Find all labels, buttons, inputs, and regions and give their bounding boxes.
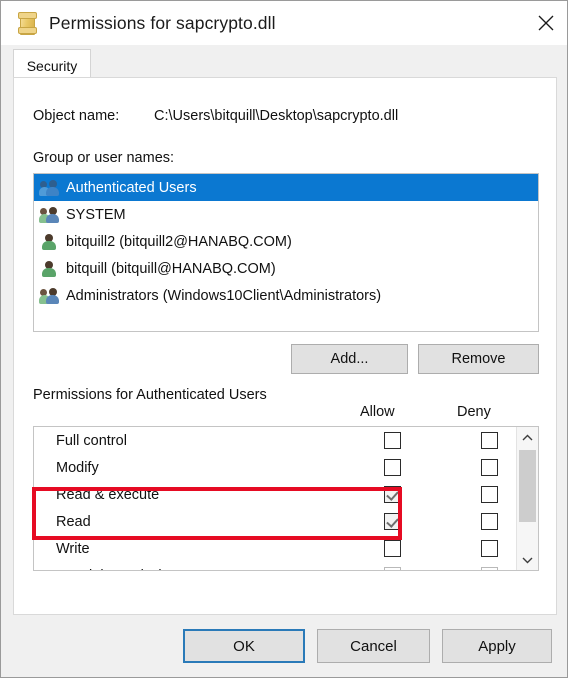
list-item-label: bitquill (bitquill@HANABQ.COM) <box>66 260 276 277</box>
title-bar: Permissions for sapcrypto.dll <box>1 1 567 45</box>
user-icon <box>39 232 59 251</box>
cancel-button[interactable]: Cancel <box>317 629 430 663</box>
deny-column-header: Deny <box>457 404 491 420</box>
permission-row[interactable]: Special permissions <box>34 562 538 571</box>
security-tab-panel: Object name: C:\Users\bitquill\Desktop\s… <box>13 77 557 615</box>
remove-button-label: Remove <box>451 351 506 367</box>
list-item[interactable]: Authenticated Users <box>34 174 538 201</box>
chevron-down-icon[interactable] <box>517 549 538 570</box>
list-item[interactable]: Administrators (Windows10Client\Administ… <box>34 282 538 309</box>
list-item-label: bitquill2 (bitquill2@HANABQ.COM) <box>66 233 292 250</box>
group-or-user-names-label: Group or user names: <box>33 150 175 166</box>
allow-checkbox[interactable] <box>384 486 401 503</box>
permission-row[interactable]: Read & execute <box>34 481 538 508</box>
permissions-list[interactable]: Full control Modify Read & execute Read <box>33 426 539 571</box>
chevron-up-icon[interactable] <box>517 427 538 448</box>
scrollbar-thumb[interactable] <box>519 450 536 522</box>
list-item-label: Authenticated Users <box>66 179 197 196</box>
ok-button-label: OK <box>233 637 255 655</box>
cancel-button-label: Cancel <box>350 637 397 655</box>
remove-button[interactable]: Remove <box>418 344 539 374</box>
permission-row[interactable]: Modify <box>34 454 538 481</box>
tab-strip: Security <box>1 45 567 81</box>
close-icon[interactable] <box>523 1 567 45</box>
add-button[interactable]: Add... <box>291 344 408 374</box>
deny-checkbox[interactable] <box>481 459 498 476</box>
permissions-for-label: Permissions for Authenticated Users <box>33 387 267 403</box>
window-title: Permissions for sapcrypto.dll <box>49 12 276 33</box>
permission-label: Modify <box>56 459 99 476</box>
list-item[interactable]: SYSTEM <box>34 201 538 228</box>
permission-row[interactable]: Read <box>34 508 538 535</box>
permissions-dialog: Permissions for sapcrypto.dll Security O… <box>0 0 568 678</box>
allow-column-header: Allow <box>360 404 395 420</box>
user-icon <box>39 259 59 278</box>
permission-label: Write <box>56 540 90 557</box>
file-scroll-icon <box>18 12 37 35</box>
permission-row[interactable]: Write <box>34 535 538 562</box>
permissions-scrollbar[interactable] <box>516 427 538 570</box>
tab-security-label: Security <box>26 57 78 74</box>
list-item-label: SYSTEM <box>66 206 126 223</box>
permission-label: Read <box>56 513 91 530</box>
deny-checkbox[interactable] <box>481 432 498 449</box>
permission-label: Special permissions <box>56 568 185 571</box>
allow-checkbox[interactable] <box>384 567 401 570</box>
apply-button[interactable]: Apply <box>442 629 552 663</box>
permission-label: Read & execute <box>56 486 160 503</box>
group-icon <box>39 286 59 305</box>
group-icon <box>39 178 59 197</box>
allow-checkbox[interactable] <box>384 513 401 530</box>
permission-label: Full control <box>56 432 127 449</box>
object-name-value: C:\Users\bitquill\Desktop\sapcrypto.dll <box>154 108 399 124</box>
permission-row[interactable]: Full control <box>34 427 538 454</box>
allow-checkbox[interactable] <box>384 540 401 557</box>
deny-checkbox[interactable] <box>481 567 498 570</box>
list-item-label: Administrators (Windows10Client\Administ… <box>66 287 382 304</box>
deny-checkbox[interactable] <box>481 486 498 503</box>
deny-checkbox[interactable] <box>481 540 498 557</box>
add-button-label: Add... <box>330 351 369 367</box>
deny-checkbox[interactable] <box>481 513 498 530</box>
apply-button-label: Apply <box>478 637 516 655</box>
group-or-user-names-list[interactable]: Authenticated Users SYSTEM bitquill2 (bi… <box>33 173 539 332</box>
ok-button[interactable]: OK <box>183 629 305 663</box>
allow-checkbox[interactable] <box>384 432 401 449</box>
allow-checkbox[interactable] <box>384 459 401 476</box>
list-item[interactable]: bitquill2 (bitquill2@HANABQ.COM) <box>34 228 538 255</box>
object-name-label: Object name: <box>33 108 120 124</box>
list-item[interactable]: bitquill (bitquill@HANABQ.COM) <box>34 255 538 282</box>
group-icon <box>39 205 59 224</box>
